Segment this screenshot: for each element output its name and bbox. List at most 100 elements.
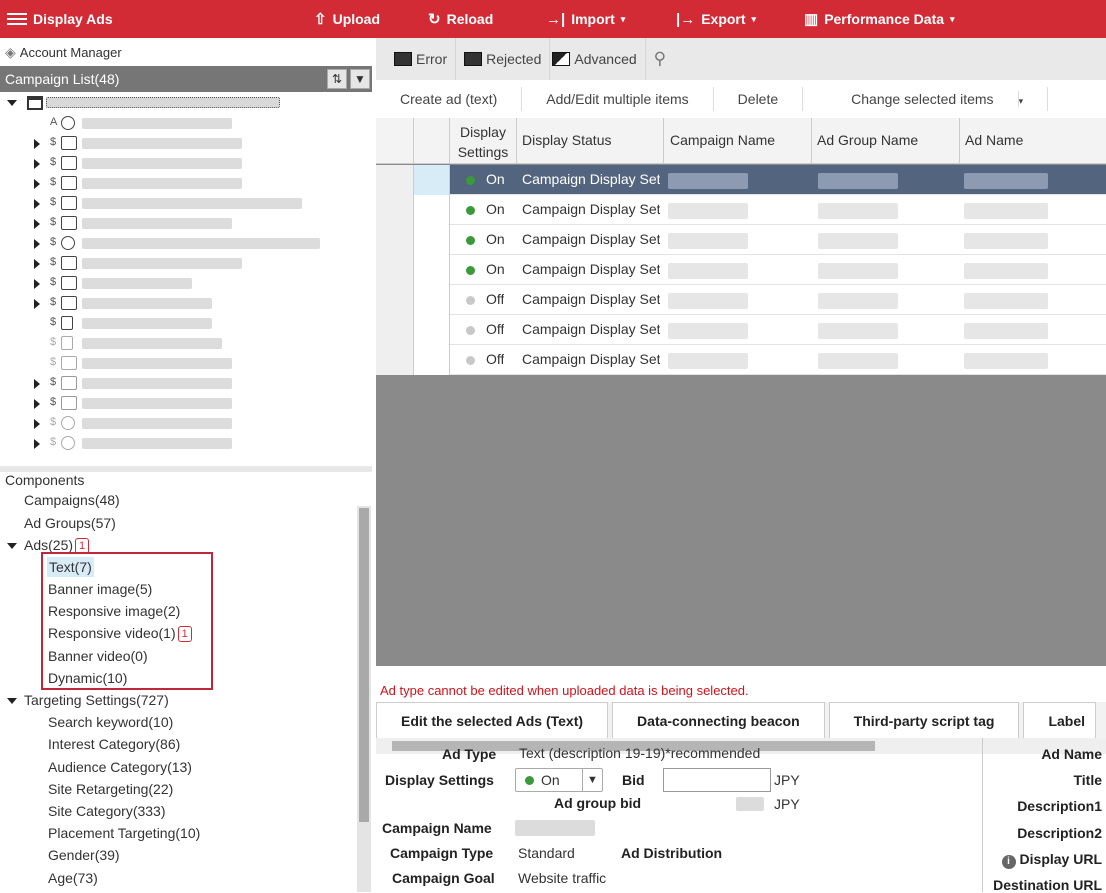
campaign-tree[interactable]: A $ $ $ $ $ $ $ $ $ $ $ $ $ $ $ $ — [0, 92, 356, 466]
display-setting-cell[interactable]: On — [486, 261, 505, 277]
row-number-cell[interactable] — [376, 345, 414, 375]
components-scrollbar[interactable] — [357, 506, 371, 892]
add-edit-multiple-button[interactable]: Add/Edit multiple items — [522, 87, 714, 111]
col-campaign-name[interactable]: Campaign Name — [670, 132, 775, 148]
tree-row[interactable]: $ — [0, 214, 356, 234]
display-settings-select[interactable]: On ▼ — [515, 768, 603, 792]
tree-row[interactable]: A — [0, 114, 356, 134]
tree-row[interactable]: $ — [0, 174, 356, 194]
display-status-cell[interactable]: Campaign Display Set — [522, 291, 660, 307]
account-manager-link[interactable]: ◈ Account Manager — [0, 38, 372, 66]
table-row[interactable]: Off Campaign Display Set — [376, 345, 1106, 375]
display-status-cell[interactable]: Campaign Display Set — [522, 351, 660, 367]
display-setting-cell[interactable]: On — [486, 201, 505, 217]
row-number-cell[interactable] — [376, 255, 414, 285]
import-menu[interactable]: →| Import ▾ — [546, 0, 625, 38]
component-placement-targeting[interactable]: Placement Targeting(10) — [48, 823, 200, 843]
col-display-settings[interactable]: Display Settings — [450, 122, 516, 162]
error-filter[interactable]: Error — [376, 38, 457, 80]
tree-row[interactable]: $ — [0, 194, 356, 214]
expand-icon[interactable] — [34, 239, 40, 249]
hamburger-menu-icon[interactable] — [7, 13, 27, 25]
tree-row[interactable]: $ — [0, 334, 356, 354]
display-setting-cell[interactable]: Off — [486, 291, 504, 307]
row-select-cell[interactable] — [414, 255, 450, 285]
table-row[interactable]: On Campaign Display Set — [376, 225, 1106, 255]
expand-icon[interactable] — [34, 139, 40, 149]
row-number-cell[interactable] — [376, 315, 414, 345]
table-row[interactable]: On Campaign Display Set — [376, 255, 1106, 285]
expand-icon[interactable] — [34, 299, 40, 309]
tree-row[interactable]: $ — [0, 374, 356, 394]
tree-row[interactable]: $ — [0, 354, 356, 374]
tab-data-connecting-beacon[interactable]: Data-connecting beacon — [612, 702, 825, 738]
row-select-cell[interactable] — [414, 315, 450, 345]
display-setting-cell[interactable]: Off — [486, 321, 504, 337]
expand-icon[interactable] — [34, 439, 40, 449]
tree-row[interactable]: $ — [0, 394, 356, 414]
account-root-row[interactable] — [0, 94, 356, 114]
expand-icon[interactable] — [34, 399, 40, 409]
display-setting-cell[interactable]: Off — [486, 351, 504, 367]
col-ad-group-name[interactable]: Ad Group Name — [817, 132, 918, 148]
component-audience-category[interactable]: Audience Category(13) — [48, 757, 192, 777]
tree-row[interactable]: $ — [0, 414, 356, 434]
table-row[interactable]: On Campaign Display Set — [376, 165, 1106, 195]
delete-button[interactable]: Delete — [714, 87, 804, 111]
expand-icon[interactable] — [34, 219, 40, 229]
row-number-cell[interactable] — [376, 225, 414, 255]
expand-icon[interactable] — [34, 279, 40, 289]
tree-row[interactable]: $ — [0, 314, 356, 334]
row-number-cell[interactable] — [376, 165, 414, 195]
row-number-cell[interactable] — [376, 285, 414, 315]
component-targeting-settings[interactable]: Targeting Settings(727) — [24, 690, 169, 710]
tree-row[interactable]: $ — [0, 234, 356, 254]
table-row[interactable]: Off Campaign Display Set — [376, 315, 1106, 345]
tree-row[interactable]: $ — [0, 294, 356, 314]
components-scrollbar-thumb[interactable] — [359, 508, 369, 822]
row-select-cell[interactable] — [414, 165, 450, 195]
expand-icon[interactable] — [34, 259, 40, 269]
table-row[interactable]: Off Campaign Display Set — [376, 285, 1106, 315]
col-display-status[interactable]: Display Status — [522, 132, 611, 148]
display-status-cell[interactable]: Campaign Display Set — [522, 231, 660, 247]
row-number-cell[interactable] — [376, 195, 414, 225]
tab-edit-selected-ads[interactable]: Edit the selected Ads (Text) — [376, 702, 609, 738]
tree-row[interactable]: $ — [0, 154, 356, 174]
component-ad-groups[interactable]: Ad Groups(57) — [24, 513, 116, 533]
filter-icon[interactable]: ▼ — [350, 69, 370, 89]
display-setting-cell[interactable]: On — [486, 231, 505, 247]
expand-icon[interactable] — [34, 419, 40, 429]
component-site-retargeting[interactable]: Site Retargeting(22) — [48, 779, 173, 799]
display-status-cell[interactable]: Campaign Display Set — [522, 171, 660, 187]
table-row[interactable]: On Campaign Display Set — [376, 195, 1106, 225]
collapse-icon[interactable] — [7, 100, 17, 106]
info-icon[interactable]: i — [1001, 855, 1016, 869]
tree-row[interactable]: $ — [0, 274, 356, 294]
display-status-cell[interactable]: Campaign Display Set — [522, 261, 660, 277]
tree-row[interactable]: $ — [0, 134, 356, 154]
create-ad-button[interactable]: Create ad (text) — [376, 87, 523, 111]
display-status-cell[interactable]: Campaign Display Set — [522, 201, 660, 217]
tab-third-party-script[interactable]: Third-party script tag — [828, 702, 1020, 738]
account-name-redacted[interactable] — [46, 97, 280, 108]
expand-icon[interactable] — [34, 179, 40, 189]
bid-input[interactable] — [663, 768, 771, 792]
search-icon[interactable]: ⚲ — [646, 38, 674, 80]
tree-row[interactable]: $ — [0, 434, 356, 454]
tree-row[interactable]: $ — [0, 254, 356, 274]
display-status-cell[interactable]: Campaign Display Set — [522, 321, 660, 337]
expand-icon[interactable] — [34, 379, 40, 389]
change-selected-items-menu[interactable]: Change selected items ▾ — [803, 87, 1049, 111]
component-site-category[interactable]: Site Category(333) — [48, 801, 166, 821]
reload-button[interactable]: ↻ Reload — [428, 0, 493, 38]
component-age[interactable]: Age(73) — [48, 868, 98, 888]
component-gender[interactable]: Gender(39) — [48, 845, 120, 865]
advanced-filter[interactable]: Advanced — [550, 38, 646, 80]
component-search-keyword[interactable]: Search keyword(10) — [48, 712, 173, 732]
sort-icon[interactable]: ⇅ — [327, 69, 347, 89]
rejected-filter[interactable]: Rejected — [456, 38, 551, 80]
col-ad-name[interactable]: Ad Name — [965, 132, 1023, 148]
performance-data-menu[interactable]: ▥ Performance Data ▾ — [804, 0, 955, 38]
export-menu[interactable]: |→ Export ▾ — [676, 0, 756, 38]
